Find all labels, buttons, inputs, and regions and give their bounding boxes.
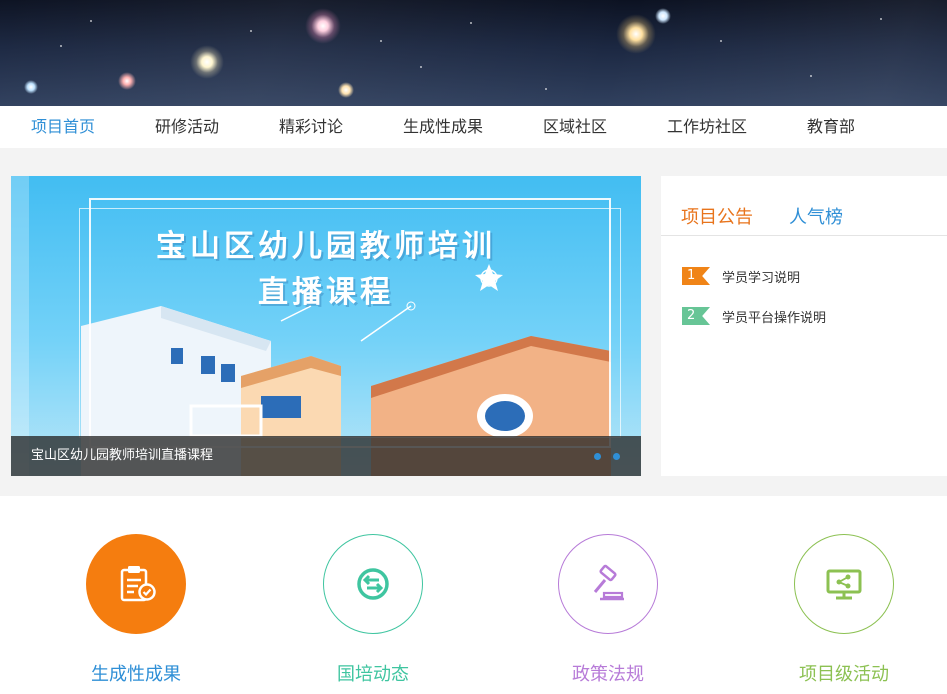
feature-label[interactable]: 项目级活动 (754, 660, 934, 686)
feature-news[interactable]: 国培动态 (283, 534, 463, 694)
feature-results[interactable]: 生成性成果 (46, 534, 226, 694)
banner-dust (380, 40, 382, 42)
feature-circle[interactable] (558, 534, 658, 634)
notice-tabs: 项目公告 人气榜 (661, 176, 947, 236)
feature-policy[interactable]: 政策法规 (518, 534, 698, 694)
nav-item-workshop[interactable]: 工作坊社区 (667, 106, 747, 148)
banner-star (338, 82, 354, 98)
slide-edge (11, 176, 29, 476)
slide-dot[interactable] (594, 453, 601, 460)
notice-number: 1 (682, 267, 710, 285)
tab-popularity[interactable]: 人气榜 (789, 203, 843, 229)
monitor-share-icon (826, 569, 862, 600)
banner-dust (470, 22, 472, 24)
exchange-arrows-icon (357, 568, 389, 600)
banner-dust (880, 18, 882, 20)
slide-title: 宝山区幼儿园教师培训 直播课程 (11, 224, 641, 316)
slide-title-line: 宝山区幼儿园教师培训 (156, 229, 496, 264)
slide-caption-bar: 宝山区幼儿园教师培训直播课程 (11, 436, 641, 476)
banner-light-band (0, 0, 947, 106)
feature-circle[interactable] (794, 534, 894, 634)
nav-item-ministry[interactable]: 教育部 (807, 106, 855, 148)
banner-dust (420, 66, 422, 68)
image-slider[interactable]: 宝山区幼儿园教师培训 直播课程 宝山区幼儿园教师培训直播课程 (11, 176, 641, 476)
banner-star (655, 8, 671, 24)
feature-section: 生成性成果 国培动态 政策法规 项目级活动 (0, 496, 947, 694)
banner-dust (545, 88, 547, 90)
slide-title-line: 直播课程 (258, 275, 394, 310)
header-banner (0, 0, 947, 106)
nav-item-results[interactable]: 生成性成果 (403, 106, 483, 148)
slide-dot[interactable] (613, 453, 620, 460)
banner-star (118, 72, 136, 90)
banner-dust (810, 75, 812, 77)
nav-item-discussions[interactable]: 精彩讨论 (279, 106, 343, 148)
notice-text[interactable]: 学员平台操作说明 (722, 307, 826, 326)
gavel-icon (593, 564, 624, 601)
tab-announcements[interactable]: 项目公告 (681, 203, 753, 229)
banner-star (305, 8, 341, 44)
nav-item-region[interactable]: 区域社区 (543, 106, 607, 148)
banner-star (190, 45, 224, 79)
nav-item-home[interactable]: 项目首页 (31, 106, 95, 148)
banner-dust (60, 45, 62, 47)
banner-dust (250, 30, 252, 32)
nav-item-activities[interactable]: 研修活动 (155, 106, 219, 148)
banner-dust (90, 20, 92, 22)
banner-star (616, 14, 656, 54)
notice-item[interactable]: 2 学员平台操作说明 (682, 306, 826, 326)
slide-caption[interactable]: 宝山区幼儿园教师培训直播课程 (31, 436, 213, 476)
feature-activities[interactable]: 项目级活动 (754, 534, 934, 694)
notice-panel: 项目公告 人气榜 1 学员学习说明 2 学员平台操作说明 (661, 176, 947, 476)
feature-circle[interactable] (86, 534, 186, 634)
banner-star (24, 80, 38, 94)
notice-item[interactable]: 1 学员学习说明 (682, 266, 800, 286)
notice-number: 2 (682, 307, 710, 325)
feature-label[interactable]: 生成性成果 (46, 660, 226, 686)
banner-dust (720, 40, 722, 42)
clipboard-check-icon (120, 566, 156, 602)
notice-text[interactable]: 学员学习说明 (722, 267, 800, 286)
feature-label[interactable]: 国培动态 (283, 660, 463, 686)
main-nav: 项目首页 研修活动 精彩讨论 生成性成果 区域社区 工作坊社区 教育部 (0, 106, 947, 148)
feature-circle[interactable] (323, 534, 423, 634)
feature-label[interactable]: 政策法规 (518, 660, 698, 686)
